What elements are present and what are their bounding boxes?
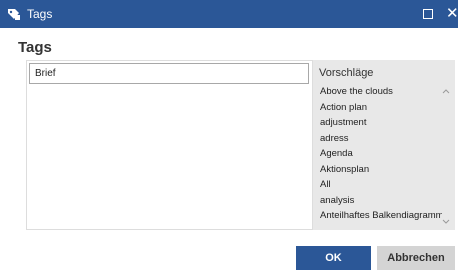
suggestion-item[interactable]: Aktionsplan — [320, 162, 442, 178]
suggestion-item[interactable]: All — [320, 177, 442, 193]
suggestion-item[interactable]: Agenda — [320, 146, 442, 162]
scroll-down-button[interactable] — [441, 217, 451, 227]
ok-button[interactable]: OK — [296, 246, 371, 270]
suggestion-item[interactable]: Anteilhaftes Balkendiagramm — [320, 208, 442, 224]
suggestion-item[interactable]: analysis — [320, 193, 442, 209]
chevron-down-icon — [442, 219, 450, 224]
cancel-button[interactable]: Abbrechen — [377, 246, 455, 270]
suggestion-item[interactable]: Above the clouds — [320, 84, 442, 100]
tags-app-icon — [6, 6, 22, 22]
close-button[interactable]: ✕ — [446, 4, 458, 24]
close-icon: ✕ — [446, 5, 458, 22]
maximize-button[interactable] — [421, 7, 435, 21]
window-title: Tags — [27, 7, 53, 21]
suggestion-item[interactable]: adjustment — [320, 115, 442, 131]
suggestions-list[interactable]: Above the clouds Action plan adjustment … — [320, 84, 442, 230]
suggestions-header: Vorschläge — [319, 67, 374, 79]
suggestions-panel: Vorschläge Above the clouds Action plan … — [313, 60, 455, 230]
chevron-up-icon — [442, 89, 450, 94]
dialog-heading: Tags — [18, 39, 52, 56]
title-bar: Tags ✕ — [0, 0, 458, 28]
tag-input[interactable] — [29, 63, 309, 84]
scroll-up-button[interactable] — [441, 86, 451, 96]
suggestion-item[interactable]: Action plan — [320, 100, 442, 116]
tags-area — [26, 60, 313, 230]
suggestion-item[interactable]: adress — [320, 131, 442, 147]
maximize-icon — [423, 9, 433, 19]
